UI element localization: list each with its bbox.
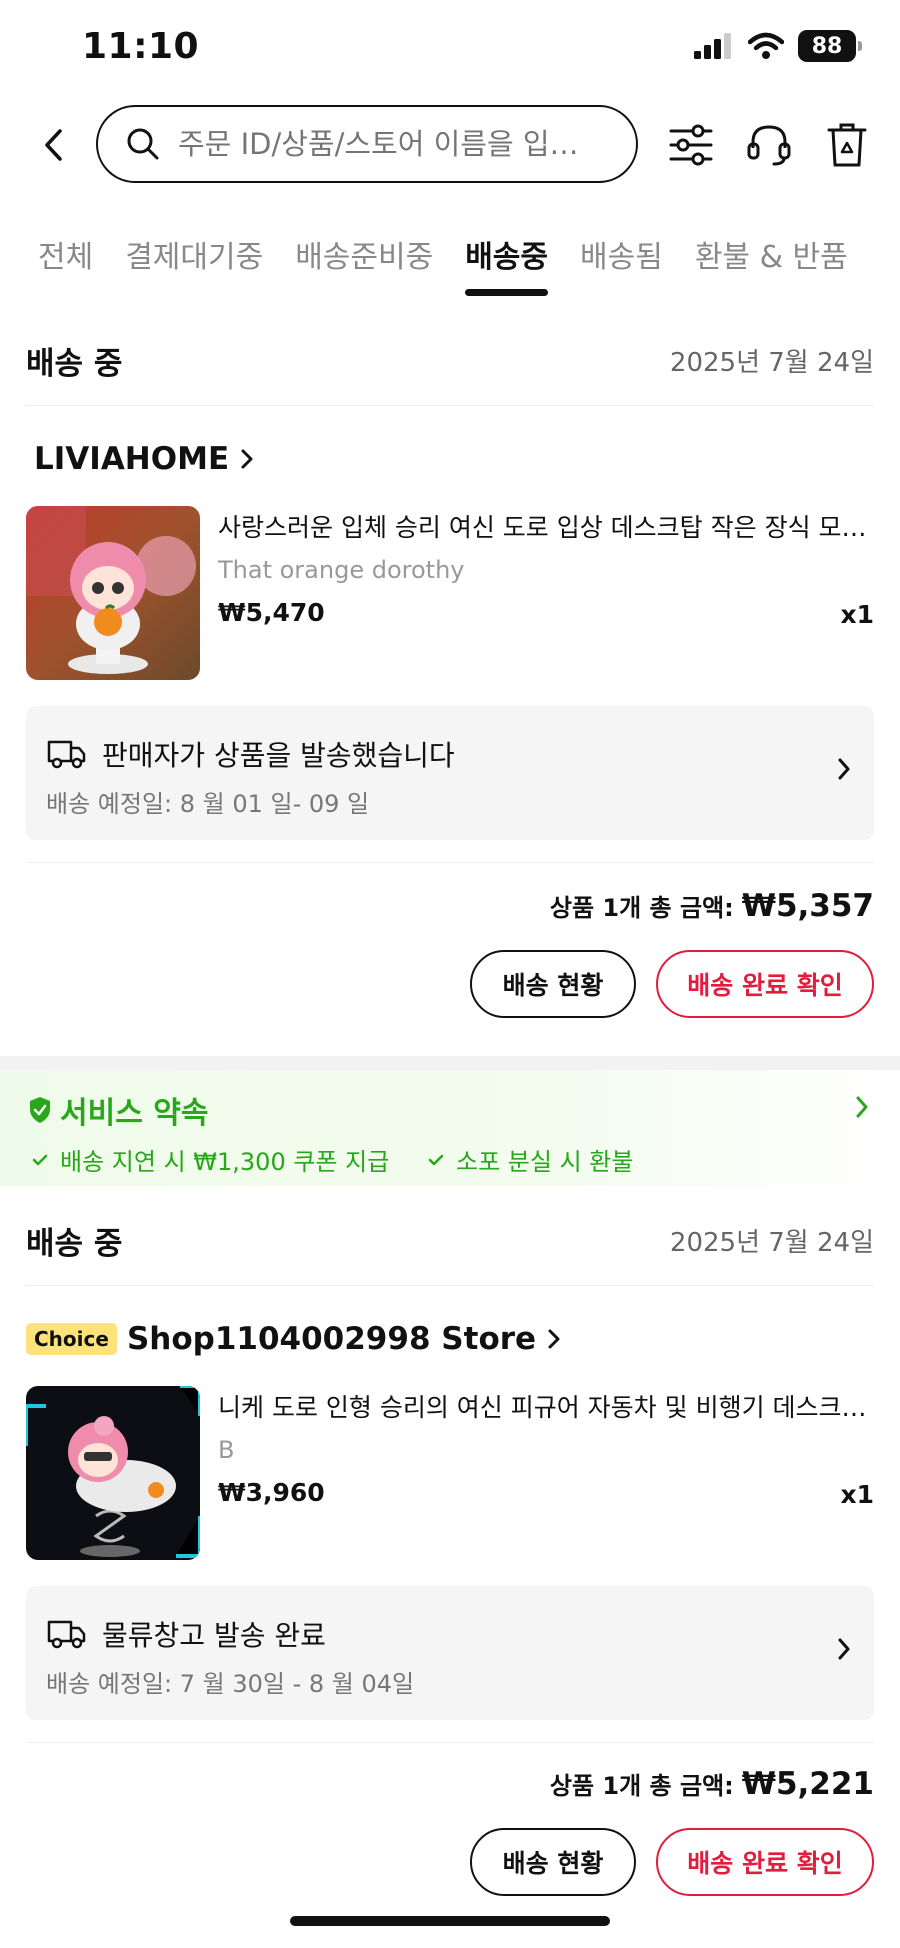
product-image[interactable] [26,506,200,680]
shipping-title: 물류창고 발송 완료 [102,1619,326,1652]
store-link[interactable]: LIVIAHOME [34,434,255,484]
chevron-right-icon [838,758,850,780]
order-date: 2025년 7월 24일 [669,1228,874,1258]
divider [26,862,874,863]
product-quantity: x1 [840,1480,874,1509]
status-bar: 11:10 88 [0,0,900,100]
choice-badge: Choice [26,1323,117,1355]
trash-recycle-icon [827,123,867,167]
customer-service-button[interactable] [744,120,794,170]
promise-title: 서비스 약속 [60,1096,209,1131]
section-gap [0,1056,900,1070]
search-input[interactable] [178,127,588,161]
divider [26,1742,874,1743]
confirm-delivery-button[interactable]: 배송 완료 확인 [656,950,874,1018]
promise-item-text: 배송 지연 시 ₩1,300 쿠폰 지급 [60,1148,390,1176]
chevron-right-icon [838,1638,850,1660]
battery-indicator: 88 [798,30,862,62]
order-card: 배송 중 2025년 7월 24일 LIVIAHOME 사랑스러운 입체 승리 … [0,306,900,1046]
shipping-status-box[interactable]: 판매자가 상품을 발송했습니다 배송 예정일: 8 월 01 일- 09 일 [26,706,874,840]
promise-item: 배송 지연 시 ₩1,300 쿠폰 지급 [32,1142,389,1177]
order-header: 배송 중 2025년 7월 24일 [26,306,874,406]
shipping-status-box[interactable]: 물류창고 발송 완료 배송 예정일: 7 월 30일 - 8 월 04일 [26,1586,874,1720]
header [0,100,900,190]
truck-icon [47,1620,86,1649]
back-button[interactable] [30,122,76,168]
tab-delivered[interactable]: 배송됨 [580,220,663,300]
confirm-delivery-button[interactable]: 배송 완료 확인 [656,1828,874,1896]
chevron-right-icon [546,1327,562,1351]
product-variant: B [218,1436,235,1464]
total-amount: ₩5,221 [741,1766,874,1802]
product-image[interactable] [26,1386,200,1560]
store-link[interactable]: Choice Shop1104002998 Store [26,1314,562,1364]
promise-item: 소포 분실 시 환불 [428,1142,633,1177]
product-title[interactable]: 사랑스러운 입체 승리 여신 도로 입상 데스크탑 작은 장식 모델... [218,508,868,544]
search-box[interactable] [96,105,638,183]
total-label: 상품 1개 총 금액: [549,1772,734,1800]
order-status: 배송 중 [26,346,123,382]
total-amount: ₩5,357 [741,888,874,924]
headset-icon [747,125,791,166]
product-variant: That orange dorothy [218,556,465,584]
filter-sliders-icon [669,124,713,166]
product-price: ₩5,470 [218,598,325,627]
product-title[interactable]: 니케 도로 인형 승리의 여신 피규어 자동차 및 비행기 데스크탑... [218,1388,868,1424]
search-icon [127,128,159,160]
recycle-bin-button[interactable] [822,120,872,170]
tab-preparing-shipment[interactable]: 배송준비중 [295,220,433,300]
shield-check-icon [30,1097,50,1123]
wifi-icon [748,32,784,59]
tab-all[interactable]: 전체 [38,220,93,300]
chevron-right-icon [239,447,255,471]
promise-item-text: 소포 분실 시 환불 [456,1148,634,1176]
chevron-left-icon [45,129,62,161]
service-promise-banner[interactable]: 서비스 약속 배송 지연 시 ₩1,300 쿠폰 지급 소포 분실 시 환불 [0,1070,900,1188]
filter-button[interactable] [666,120,716,170]
truck-icon [47,740,86,769]
order-status-tabs: 전체 결제대기중 배송준비중 배송중 배송됨 환불 & 반품 [0,220,900,310]
order-status: 배송 중 [26,1226,123,1262]
order-header: 배송 중 2025년 7월 24일 [26,1186,874,1286]
store-name: Shop1104002998 Store [126,1321,537,1357]
total-label: 상품 1개 총 금액: [549,894,734,922]
promise-title-row: 서비스 약속 [28,1088,208,1132]
status-icons: 88 [694,30,862,62]
signal-icon [694,33,731,59]
product-quantity: x1 [840,600,874,629]
check-icon [32,1154,48,1165]
check-icon [428,1154,444,1165]
order-total: 상품 1개 총 금액: ₩5,357 [550,888,874,924]
tab-awaiting-payment[interactable]: 결제대기중 [125,220,263,300]
shipping-eta: 배송 예정일: 7 월 30일 - 8 월 04일 [46,1670,415,1698]
track-shipment-button[interactable]: 배송 현황 [470,1828,636,1896]
home-indicator[interactable] [290,1916,610,1926]
chevron-right-icon [856,1096,868,1118]
shipping-eta: 배송 예정일: 8 월 01 일- 09 일 [46,790,370,818]
track-shipment-button[interactable]: 배송 현황 [470,950,636,1018]
tab-shipping[interactable]: 배송중 [465,220,548,300]
order-date: 2025년 7월 24일 [669,348,874,378]
shipping-title: 판매자가 상품을 발송했습니다 [102,739,455,772]
product-price: ₩3,960 [218,1478,325,1507]
status-time: 11:10 [82,26,200,67]
store-name: LIVIAHOME [34,441,230,477]
order-card: 배송 중 2025년 7월 24일 Choice Shop1104002998 … [0,1186,900,1906]
tab-refund-return[interactable]: 환불 & 반품 [695,220,848,300]
order-total: 상품 1개 총 금액: ₩5,221 [550,1766,874,1802]
